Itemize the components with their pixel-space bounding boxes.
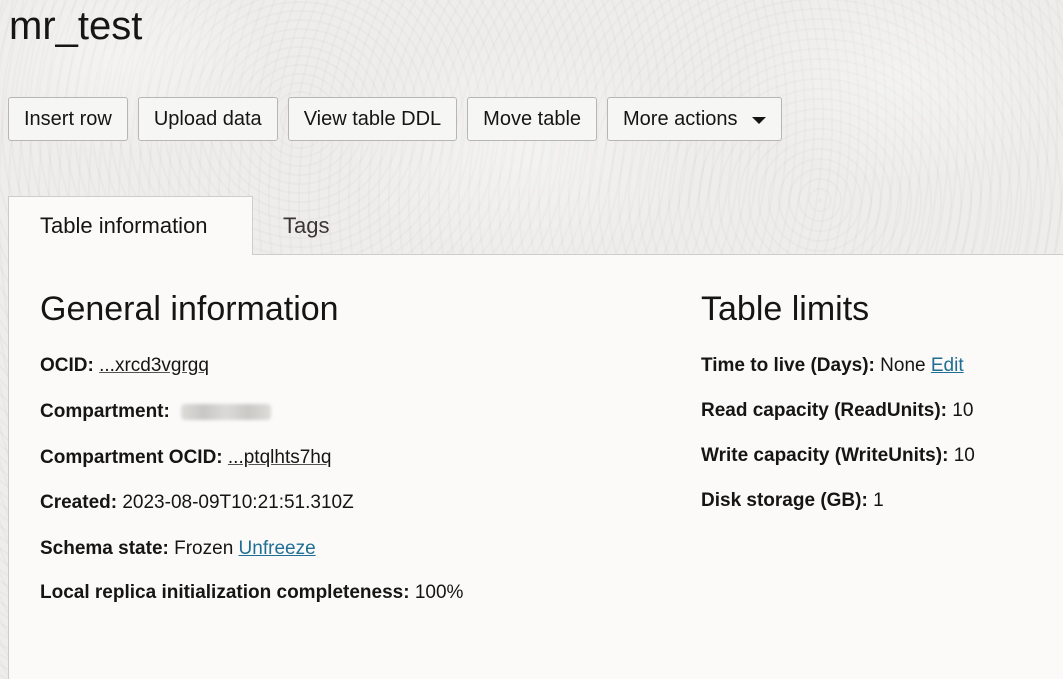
more-actions-button[interactable]: More actions (607, 97, 782, 141)
read-capacity-label: Read capacity (ReadUnits): (701, 400, 948, 421)
move-table-button[interactable]: Move table (467, 97, 598, 141)
disk-storage-row: Disk storage (GB): 1 (701, 489, 884, 513)
compartment-value-redacted: sandbox (181, 403, 272, 420)
tab-bar: Table information Tags (8, 196, 329, 255)
page-title: mr_test (9, 4, 143, 48)
write-capacity-row: Write capacity (WriteUnits): 10 (701, 444, 975, 468)
unfreeze-link[interactable]: Unfreeze (239, 538, 316, 559)
read-capacity-value: 10 (952, 400, 974, 421)
tab-table-information[interactable]: Table information (8, 196, 253, 255)
ttl-row: Time to live (Days): None Edit (701, 354, 964, 378)
read-capacity-row: Read capacity (ReadUnits): 10 (701, 399, 973, 423)
upload-data-button[interactable]: Upload data (137, 97, 278, 141)
ocid-row: OCID: ...xrcd3vgrgq (40, 354, 209, 378)
replica-completeness-value: 100% (414, 582, 464, 603)
caret-down-icon (751, 116, 766, 124)
compartment-ocid-row: Compartment OCID: ...ptqlhts7hq (40, 446, 331, 470)
schema-state-label: Schema state: (40, 538, 169, 559)
write-capacity-label: Write capacity (WriteUnits): (701, 445, 949, 466)
replica-completeness-row: Local replica initialization completenes… (40, 581, 463, 605)
table-information-panel: General information OCID: ...xrcd3vgrgq … (8, 254, 1063, 679)
view-table-ddl-button[interactable]: View table DDL (287, 97, 458, 141)
action-toolbar: Insert row Upload data View table DDL Mo… (8, 97, 792, 141)
compartment-ocid-link[interactable]: ...ptqlhts7hq (228, 447, 332, 468)
write-capacity-value: 10 (953, 445, 975, 466)
created-row: Created: 2023-08-09T10:21:51.310Z (40, 491, 354, 515)
replica-completeness-label: Local replica initialization completenes… (40, 582, 410, 603)
tab-tags[interactable]: Tags (253, 196, 329, 255)
ttl-value: None (880, 355, 926, 376)
edit-ttl-link[interactable]: Edit (931, 355, 964, 376)
created-value: 2023-08-09T10:21:51.310Z (122, 492, 354, 513)
schema-state-value: Frozen (174, 538, 234, 559)
ttl-label: Time to live (Days): (701, 355, 875, 376)
created-label: Created: (40, 492, 118, 513)
table-limits-heading: Table limits (701, 290, 870, 328)
disk-storage-label: Disk storage (GB): (701, 490, 868, 511)
insert-row-button[interactable]: Insert row (8, 97, 128, 141)
compartment-ocid-label: Compartment OCID: (40, 447, 223, 468)
schema-state-row: Schema state: Frozen Unfreeze (40, 537, 316, 561)
ocid-link[interactable]: ...xrcd3vgrgq (99, 355, 209, 376)
compartment-label: Compartment: (40, 401, 170, 422)
disk-storage-value: 1 (873, 490, 884, 511)
general-information-heading: General information (40, 290, 339, 328)
ocid-label: OCID: (40, 355, 94, 376)
more-actions-label: More actions (623, 107, 738, 130)
compartment-row: Compartment: sandbox (40, 400, 272, 424)
